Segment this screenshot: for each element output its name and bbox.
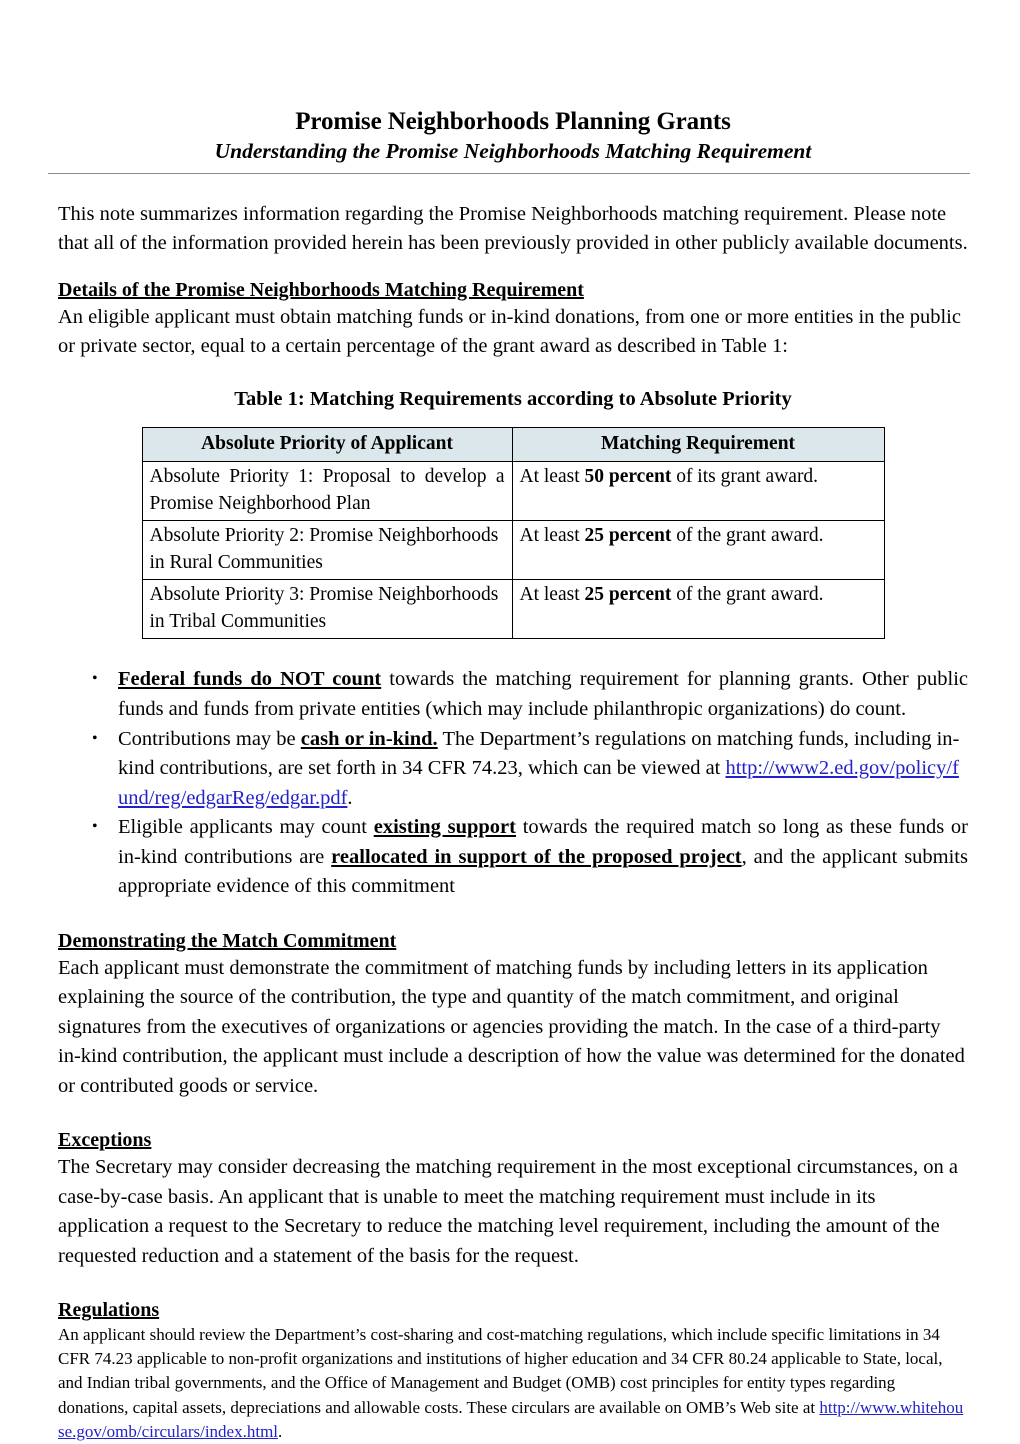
- bullet-icon: •: [92, 729, 98, 747]
- bullet-2-emphasis: cash or in-kind.: [300, 727, 438, 750]
- table-header-priority: Absolute Priority of Applicant: [141, 426, 513, 463]
- req-suffix-2: of the grant award.: [671, 525, 824, 547]
- list-item: • Contributions may be cash or in-kind. …: [58, 725, 968, 814]
- section-heading-details: Details of the Promise Neighborhoods Mat…: [58, 278, 584, 301]
- bullet-icon: •: [92, 818, 98, 836]
- req-prefix-2: At least: [519, 525, 585, 547]
- req-bold-2: 25 percent: [584, 525, 672, 547]
- section-heading-demonstrating: Demonstrating the Match Commitment: [58, 929, 397, 952]
- req-bold-1: 50 percent: [584, 466, 672, 488]
- regulations-text: An applicant should review the Departmen…: [58, 1325, 943, 1417]
- list-item: • Eligible applicants may count existing…: [58, 813, 968, 902]
- bullet-1-emphasis: Federal funds do NOT count: [118, 668, 382, 691]
- matching-requirements-table: Absolute Priority of Applicant Matching …: [141, 426, 885, 640]
- bullet-3-emphasis: existing support: [373, 816, 516, 839]
- table-row: Absolute Priority 2: Promise Neighborhoo…: [141, 520, 885, 581]
- page-subtitle: Understanding the Promise Neighborhoods …: [214, 139, 812, 163]
- regulations-paragraph: An applicant should review the Departmen…: [58, 1323, 968, 1444]
- req-suffix-3: of the grant award.: [671, 584, 824, 606]
- table-header-row: Absolute Priority of Applicant Matching …: [141, 426, 885, 463]
- document-content: Promise Neighborhoods Planning Grants Un…: [48, 0, 970, 1444]
- bullet-3-lead: Eligible applicants may count: [118, 816, 374, 839]
- regulations-tail: .: [278, 1421, 283, 1441]
- bullet-2-tail: .: [347, 786, 353, 809]
- table-caption: Table 1: Matching Requirements according…: [234, 387, 792, 410]
- demonstrating-paragraph: Each applicant must demonstrate the comm…: [58, 956, 965, 1097]
- cell-priority-3: Absolute Priority 3: Promise Neighborhoo…: [141, 579, 513, 640]
- req-bold-3: 25 percent: [584, 584, 672, 606]
- table-header-requirement: Matching Requirement: [511, 426, 885, 463]
- bullet-2-lead: Contributions may be: [118, 727, 301, 750]
- cell-requirement-1: At least 50 percent of its grant award.: [511, 461, 885, 522]
- req-prefix-3: At least: [519, 584, 585, 606]
- details-paragraph: An eligible applicant must obtain matchi…: [58, 305, 961, 358]
- cell-priority-2: Absolute Priority 2: Promise Neighborhoo…: [141, 520, 513, 581]
- cell-priority-1: Absolute Priority 1: Proposal to develop…: [141, 461, 513, 522]
- page-title: Promise Neighborhoods Planning Grants: [295, 108, 731, 135]
- title-block: Promise Neighborhoods Planning Grants Un…: [58, 0, 968, 165]
- bullet-icon: •: [92, 670, 98, 688]
- cell-requirement-3: At least 25 percent of the grant award.: [511, 579, 885, 640]
- exceptions-paragraph: The Secretary may consider decreasing th…: [58, 1156, 958, 1267]
- section-heading-exceptions: Exceptions: [58, 1129, 152, 1152]
- section-heading-regulations: Regulations: [58, 1299, 160, 1322]
- document-page: Promise Neighborhoods Planning Grants Un…: [0, 0, 1020, 1441]
- req-prefix-1: At least: [519, 466, 585, 488]
- cell-requirement-2: At least 25 percent of the grant award.: [511, 520, 885, 581]
- list-item: • Federal funds do NOT count towards the…: [58, 665, 968, 724]
- req-suffix-1: of its grant award.: [671, 466, 819, 488]
- table-row: Absolute Priority 3: Promise Neighborhoo…: [141, 579, 885, 640]
- intro-paragraph: This note summarizes information regardi…: [58, 202, 968, 255]
- bullet-3-emphasis-2: reallocated in support of the proposed p…: [331, 845, 742, 868]
- table-row: Absolute Priority 1: Proposal to develop…: [141, 461, 885, 522]
- key-points-list: • Federal funds do NOT count towards the…: [58, 665, 968, 901]
